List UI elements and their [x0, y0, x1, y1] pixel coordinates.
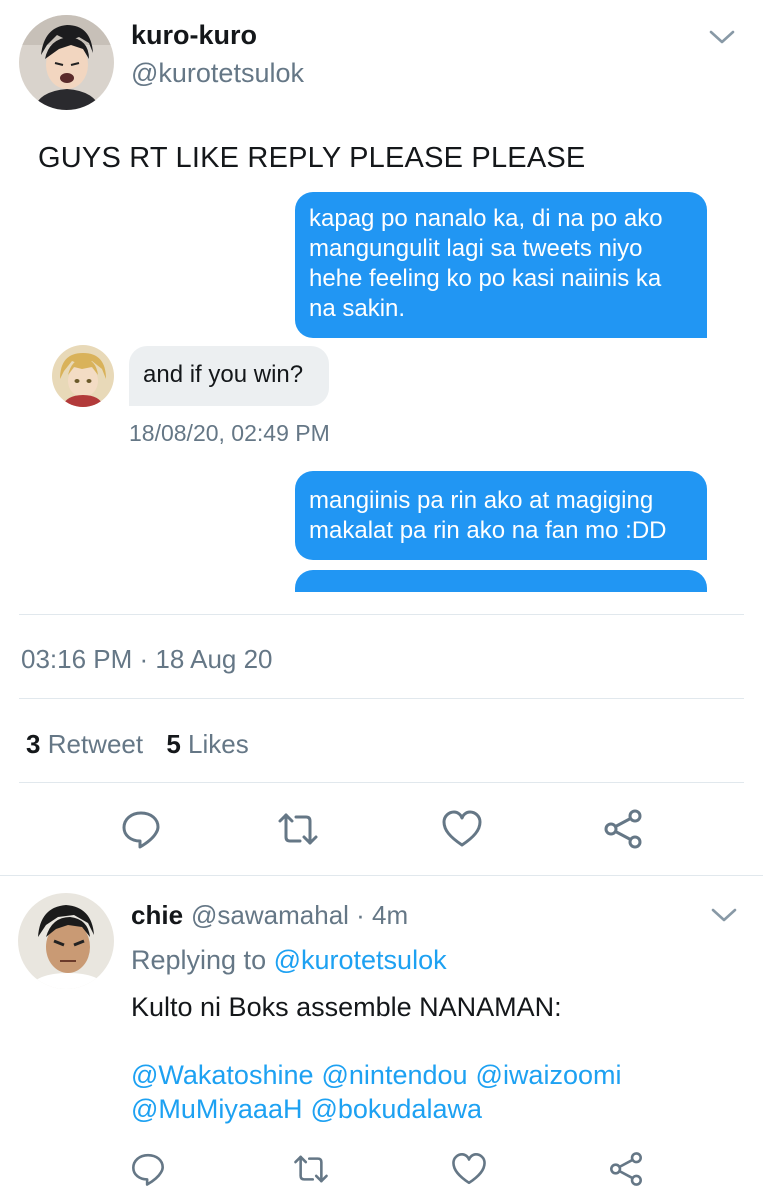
retweet-arrows-icon[interactable] — [276, 807, 320, 851]
reply-time[interactable]: · 4m — [356, 900, 408, 930]
retweet-arrows-icon[interactable] — [292, 1150, 330, 1188]
tweet-media-image[interactable]: kapag po nanalo ka, di na po ako mangung… — [37, 192, 726, 592]
reply-mentions: @Wakatoshine @nintendou @iwaizoomi @MuMiya… — [131, 1058, 731, 1126]
chat-message-timestamp: 18/08/20, 02:49 PM — [129, 420, 330, 446]
like-count[interactable]: 5 — [166, 729, 180, 759]
divider — [0, 875, 763, 876]
divider — [19, 614, 744, 615]
chat-message-outgoing: mangiinis pa rin ako at magiging makalat… — [295, 471, 707, 560]
author-avatar[interactable] — [19, 15, 114, 110]
retweet-label[interactable]: Retweet — [48, 729, 143, 759]
tweet-timestamp[interactable]: 03:16 PM · 18 Aug 20 — [21, 644, 273, 675]
chat-message-incoming: and if you win? — [129, 346, 329, 406]
reply-author-name[interactable]: chie — [131, 900, 183, 930]
author-avatar-image — [19, 15, 114, 110]
chat-message-outgoing-partial — [295, 570, 707, 592]
author-handle[interactable]: @kurotetsulok — [131, 58, 304, 89]
retweet-count[interactable]: 3 — [26, 729, 40, 759]
chat-contact-avatar — [52, 345, 114, 407]
replying-to-label: Replying to — [131, 945, 267, 975]
mention-link[interactable]: @bokudalawa — [310, 1094, 482, 1124]
speech-bubble-icon[interactable] — [129, 1150, 167, 1188]
reply-author-handle[interactable]: @sawamahal — [191, 900, 349, 930]
heart-icon[interactable] — [440, 807, 484, 851]
mention-link[interactable]: @iwaizoomi — [476, 1060, 622, 1090]
chevron-down-icon[interactable] — [707, 28, 737, 46]
reply-text: Kulto ni Boks assemble NANAMAN: — [131, 992, 562, 1022]
reply-author-avatar[interactable] — [18, 893, 114, 989]
divider — [19, 782, 744, 783]
tweet-text: GUYS RT LIKE REPLY PLEASE PLEASE — [38, 142, 586, 174]
divider — [19, 698, 744, 699]
chat-message-outgoing: kapag po nanalo ka, di na po ako mangung… — [295, 192, 707, 338]
share-nodes-icon[interactable] — [607, 1150, 645, 1188]
mention-link[interactable]: @MuMiyaaaH — [131, 1094, 302, 1124]
replying-to: Replying to @kurotetsulok — [131, 945, 447, 976]
chevron-down-icon[interactable] — [709, 906, 739, 924]
author-name[interactable]: kuro-kuro — [131, 20, 257, 51]
replying-to-link[interactable]: @kurotetsulok — [274, 945, 447, 975]
reply-header: chie @sawamahal · 4m — [131, 900, 408, 931]
mention-link[interactable]: @nintendou — [322, 1060, 468, 1090]
tweet-stats: 3 Retweet 5 Likes — [26, 729, 249, 760]
share-nodes-icon[interactable] — [601, 807, 645, 851]
mention-link[interactable]: @Wakatoshine — [131, 1060, 314, 1090]
like-label[interactable]: Likes — [188, 729, 249, 759]
speech-bubble-icon[interactable] — [119, 807, 163, 851]
heart-icon[interactable] — [450, 1150, 488, 1188]
main-tweet: kuro-kuro @kurotetsulok GUYS RT LIKE REP… — [0, 0, 763, 876]
